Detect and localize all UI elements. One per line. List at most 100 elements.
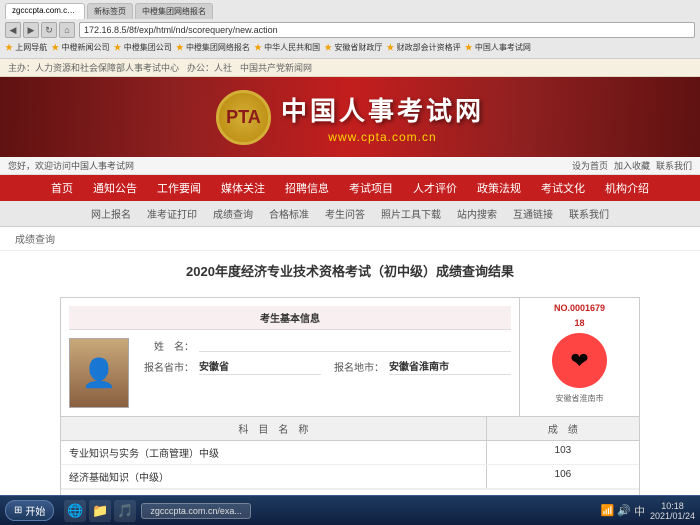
breadcrumb: 成绩查询 bbox=[0, 227, 700, 251]
sub-nav-faq[interactable]: 考生问答 bbox=[317, 203, 373, 224]
region-value: 安徽省 bbox=[199, 358, 321, 375]
score-row-2: 经济基础知识（中级） 106 bbox=[61, 465, 639, 489]
scores-section: 科 目 名 称 成 绩 专业知识与实务（工商管理）中级 103 经济基础知识（中… bbox=[61, 417, 639, 489]
volume-icon: 🔊 bbox=[617, 504, 631, 517]
windows-icon: ⊞ bbox=[14, 505, 22, 516]
taskbar-icon-ie[interactable]: 🌐 bbox=[64, 500, 86, 522]
utility-set-home[interactable]: 设为首页 bbox=[572, 159, 608, 172]
utility-add-fav[interactable]: 加入收藏 bbox=[614, 159, 650, 172]
candidate-info-title: 考生基本信息 bbox=[69, 306, 511, 330]
taskbar-icon-media[interactable]: 🎵 bbox=[114, 500, 136, 522]
bookmark-7[interactable]: 财政部会计资格评 bbox=[386, 42, 460, 53]
result-area: 2020年度经济专业技术资格考试（初中级）成绩查询结果 考生基本信息 bbox=[0, 251, 700, 495]
sub-nav-standard[interactable]: 合格标准 bbox=[261, 203, 317, 224]
nav-recruit[interactable]: 招聘信息 bbox=[275, 175, 339, 201]
desktop: zgcccpta.com.cn/examination/nd/scorequer… bbox=[0, 0, 700, 525]
nav-news[interactable]: 工作要闻 bbox=[147, 175, 211, 201]
nav-exam[interactable]: 考试项目 bbox=[339, 175, 403, 201]
name-row: 姓 名： bbox=[139, 338, 511, 353]
score-subject-2: 经济基础知识（中级） bbox=[61, 465, 487, 488]
bookmark-2[interactable]: 中橙新闻公司 bbox=[51, 42, 109, 53]
bookmark-8[interactable]: 中国人事考试网 bbox=[465, 42, 531, 53]
region-label: 报名省市： bbox=[139, 359, 194, 374]
admin-party: 中国共产党新闻网 bbox=[240, 61, 312, 74]
taskbar-clock: 10:18 2021/01/24 bbox=[650, 501, 695, 521]
info-left: 考生基本信息 姓 名： bbox=[61, 298, 519, 416]
score-value-2: 106 bbox=[487, 465, 639, 488]
browser-tab-active[interactable]: zgcccpta.com.cn/examination/nd/scorequer… bbox=[5, 3, 85, 19]
scores-header-subject: 科 目 名 称 bbox=[61, 417, 487, 440]
browser-chrome: zgcccpta.com.cn/examination/nd/scorequer… bbox=[0, 0, 700, 59]
photo-person bbox=[70, 339, 128, 407]
site-title-url: www.cpta.com.cn bbox=[281, 130, 484, 144]
forward-button[interactable]: ▶ bbox=[23, 22, 39, 38]
sticker-region-label: 安徽省淮南市 bbox=[556, 393, 604, 404]
site-header: PTA 中国人事考试网 www.cpta.com.cn bbox=[0, 77, 700, 157]
admin-operator: 办公：人社 bbox=[187, 61, 232, 74]
back-button[interactable]: ◀ bbox=[5, 22, 21, 38]
candidate-photo bbox=[69, 338, 129, 408]
taskbar-window-browser[interactable]: zgcccpta.com.cn/exa... bbox=[141, 503, 251, 519]
utility-left: 您好，欢迎访问中国人事考试网 bbox=[8, 159, 134, 172]
sub-nav-contact[interactable]: 联系我们 bbox=[561, 203, 617, 224]
utility-right: 设为首页 加入收藏 联系我们 bbox=[572, 159, 692, 172]
browser-tab-2[interactable]: 新标签页 bbox=[87, 3, 133, 19]
score-row-1: 专业知识与实务（工商管理）中级 103 bbox=[61, 441, 639, 465]
site-title-cn: 中国人事考试网 bbox=[281, 91, 484, 128]
utility-bar: 您好，欢迎访问中国人事考试网 设为首页 加入收藏 联系我们 bbox=[0, 157, 700, 175]
nav-org[interactable]: 机构介绍 bbox=[595, 175, 659, 201]
site-title-block: 中国人事考试网 www.cpta.com.cn bbox=[281, 91, 484, 144]
bookmark-4[interactable]: 中橙集团网络报名 bbox=[176, 42, 250, 53]
score-subject-1: 专业知识与实务（工商管理）中级 bbox=[61, 441, 487, 464]
bookmark-3[interactable]: 中橙集团公司 bbox=[113, 42, 171, 53]
sub-nav-register[interactable]: 网上报名 bbox=[83, 203, 139, 224]
sub-nav-link[interactable]: 互通链接 bbox=[505, 203, 561, 224]
browser-addressbar: ◀ ▶ ↻ ⌂ 172.16.8.5/8f/exp/html/nd/scoreq… bbox=[5, 22, 695, 38]
bookmark-6[interactable]: 安徽省财政厅 bbox=[324, 42, 382, 53]
admin-bar: 主办：人力资源和社会保障部人事考试中心 办公：人社 中国共产党新闻网 bbox=[0, 59, 700, 77]
taskbar: ⊞ 开始 🌐 📁 🎵 zgcccpta.com.cn/exa... 📶 🔊 中 … bbox=[0, 495, 700, 525]
sub-nav-admitcard[interactable]: 准考证打印 bbox=[139, 203, 205, 224]
browser-window: zgcccpta.com.cn/examination/nd/scorequer… bbox=[0, 0, 700, 495]
home-button[interactable]: ⌂ bbox=[59, 22, 75, 38]
info-section: 考生基本信息 姓 名： bbox=[61, 298, 639, 417]
refresh-button[interactable]: ↻ bbox=[41, 22, 57, 38]
input-icon: 中 bbox=[634, 503, 645, 519]
admin-organizer: 主办：人力资源和社会保障部人事考试中心 bbox=[8, 61, 179, 74]
start-button[interactable]: ⊞ 开始 bbox=[5, 500, 54, 521]
nav-culture[interactable]: 考试文化 bbox=[531, 175, 595, 201]
result-container: 考生基本信息 姓 名： bbox=[60, 297, 640, 495]
sub-nav-photo[interactable]: 照片工具下载 bbox=[373, 203, 449, 224]
region2-row: 报名地市： 安徽省淮南市 bbox=[329, 358, 511, 375]
bookmark-1[interactable]: 上网导航 bbox=[5, 42, 47, 53]
heart-sticker: ❤ bbox=[552, 333, 607, 388]
sub-nav-search[interactable]: 站内搜索 bbox=[449, 203, 505, 224]
taskbar-icon-explorer[interactable]: 📁 bbox=[89, 500, 111, 522]
bookmark-5[interactable]: 中华人民共和国 bbox=[254, 42, 320, 53]
nav-media[interactable]: 媒体关注 bbox=[211, 175, 275, 201]
scores-header-score: 成 绩 bbox=[487, 417, 639, 440]
utility-contact[interactable]: 联系我们 bbox=[656, 159, 692, 172]
result-title: 2020年度经济专业技术资格考试（初中级）成绩查询结果 bbox=[20, 261, 680, 285]
nav-talent[interactable]: 人才评价 bbox=[403, 175, 467, 201]
region-row: 报名省市： 安徽省 bbox=[139, 358, 321, 375]
scores-header: 科 目 名 称 成 绩 bbox=[61, 417, 639, 441]
score-display: 18 bbox=[574, 318, 584, 328]
name-label: 姓 名： bbox=[139, 338, 194, 353]
info-right: NO.0001679 18 ❤ 安徽省淮南市 bbox=[519, 298, 639, 416]
address-bar[interactable]: 172.16.8.5/8f/exp/html/nd/scorequery/new… bbox=[79, 22, 695, 38]
page-content: 主办：人力资源和社会保障部人事考试中心 办公：人社 中国共产党新闻网 PTA 中… bbox=[0, 59, 700, 495]
nav-notices[interactable]: 通知公告 bbox=[83, 175, 147, 201]
nav-policy[interactable]: 政策法规 bbox=[467, 175, 531, 201]
browser-tabs: zgcccpta.com.cn/examination/nd/scorequer… bbox=[5, 3, 695, 19]
browser-nav-buttons: ◀ ▶ ↻ ⌂ bbox=[5, 22, 75, 38]
taskbar-sys-icons: 📶 🔊 中 bbox=[601, 503, 645, 519]
browser-tab-3[interactable]: 中橙集团网络报名 bbox=[135, 3, 213, 19]
sub-nav-scores[interactable]: 成绩查询 bbox=[205, 203, 261, 224]
site-logo: PTA bbox=[216, 90, 271, 145]
region2-value: 安徽省淮南市 bbox=[389, 358, 511, 375]
score-value-1: 103 bbox=[487, 441, 639, 464]
region2-label: 报名地市： bbox=[329, 359, 384, 374]
taskbar-quick-launch: 🌐 📁 🎵 bbox=[64, 500, 136, 522]
nav-home[interactable]: 首页 bbox=[41, 175, 83, 201]
